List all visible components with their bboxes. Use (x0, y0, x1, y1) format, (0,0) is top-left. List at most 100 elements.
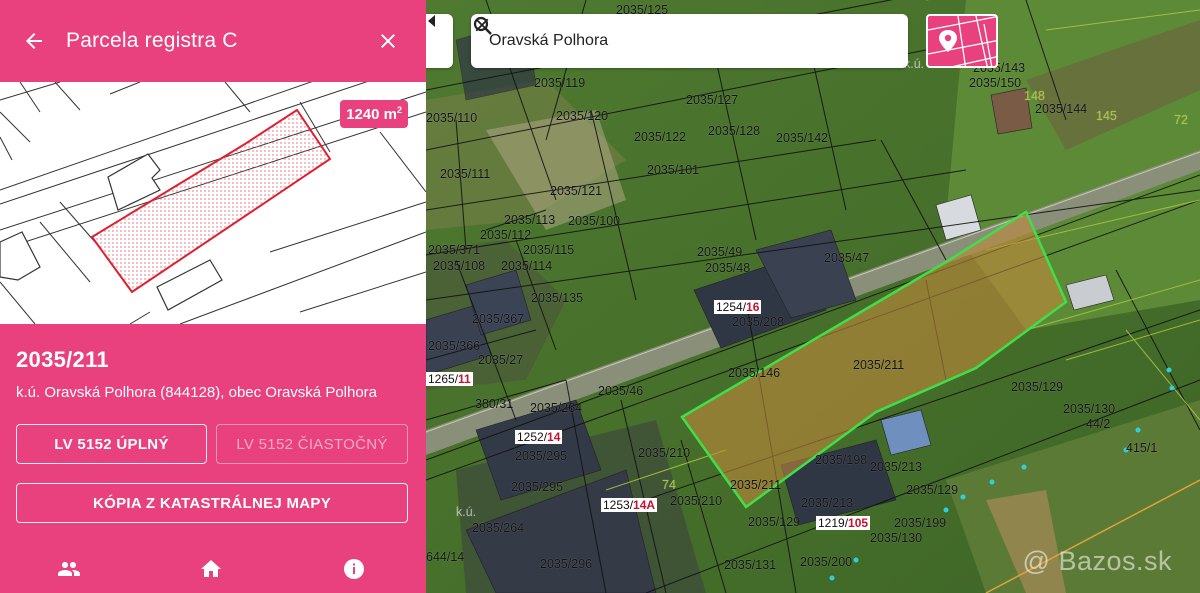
building-number: 1252/ (517, 430, 548, 444)
caret-left-icon (428, 15, 435, 27)
map-parcel-label: 380/31 (475, 397, 514, 411)
map-parcel-label: 2035/150 (969, 76, 1022, 90)
map-parcel-label: 2035/200 (800, 555, 853, 569)
map-parcel-label: 2035/198 (815, 453, 868, 467)
map-parcel-label: 2035/114 (501, 259, 553, 273)
building-number: 1219/ (818, 516, 849, 530)
map-parcel-label: 2035/48 (705, 261, 751, 275)
lv-full-button[interactable]: LV 5152 ÚPLNÝ (16, 424, 207, 464)
map-parcel-label: 2035/121 (550, 184, 603, 198)
search-box[interactable]: Oravská Polhora (471, 14, 908, 68)
map-building-number-label: 74 (662, 478, 676, 492)
map-parcel-label: 2035/129 (1011, 380, 1064, 394)
map-parcel-label: 2035/142 (776, 131, 829, 145)
parcel-map-pin-icon (928, 16, 996, 66)
building-subnumber: 14A (633, 498, 656, 512)
watermark: @ Bazos.sk (1022, 546, 1172, 576)
map-parcel-label: 2035/213 (801, 496, 854, 510)
map-parcel-label: 2035/128 (708, 124, 761, 138)
building-number: 1254/ (716, 300, 747, 314)
map-parcel-label: 2035/366 (428, 339, 481, 353)
building-subnumber: 11 (458, 372, 471, 386)
map-parcel-label: 2035/130 (870, 531, 923, 545)
cadastral-map-copy-button[interactable]: KÓPIA Z KATASTRÁLNEJ MAPY (16, 483, 408, 523)
area-unit-superscript: 2 (396, 105, 402, 115)
map-parcel-label: 2035/122 (634, 130, 687, 144)
parcel-preview-map: 1240 m2 (0, 82, 426, 324)
map-parcel-label: 415/1 (1126, 441, 1158, 455)
search-icon (473, 16, 492, 35)
map-parcel-label: 2035/127 (686, 93, 739, 107)
panel-title: Parcela registra C (66, 29, 238, 52)
map-parcel-label: 2035/295 (511, 480, 564, 494)
map-parcel-label: 2035/46 (598, 384, 644, 398)
map-parcel-label: 2035/120 (556, 109, 609, 123)
building-subnumber: 14 (547, 430, 561, 444)
map-parcel-label: 2035/111 (440, 167, 491, 181)
map-parcel-label: 2035/131 (724, 558, 777, 572)
map-parcel-label: 2035/112 (480, 228, 532, 242)
bottom-navigation (0, 548, 426, 588)
map-parcel-label: 2035/146 (728, 366, 781, 380)
map-parcel-label: 2035/129 (906, 483, 959, 497)
map-parcel-label: 644/14 (426, 550, 465, 564)
map-cadastral-area-label: k.ú. (456, 505, 477, 519)
map-parcel-label: 2035/113 (504, 213, 556, 227)
building-subnumber: 16 (746, 300, 760, 314)
map-parcel-label: 2035/100 (568, 214, 621, 228)
building-number: 1253/ (603, 498, 634, 512)
map-building-label: 1253/14A (601, 498, 658, 512)
map-layer-button[interactable] (926, 14, 998, 68)
map-building-label: 1265/11 (426, 372, 473, 386)
close-button[interactable] (368, 21, 408, 61)
map-parcel-label: 2035/129 (748, 515, 801, 529)
close-icon (381, 34, 395, 48)
clear-search-button[interactable] (475, 18, 858, 63)
arrow-left-icon (26, 33, 42, 49)
map-parcel-label: 2035/208 (732, 315, 785, 329)
map-parcel-label: 2035/295 (515, 449, 568, 463)
search-button[interactable] (473, 16, 902, 63)
map-parcel-label: 2035/367 (472, 312, 525, 326)
collapse-panel-button[interactable] (426, 14, 453, 68)
map-parcel-label: 2035/115 (523, 243, 575, 257)
map-parcel-label: 2035/119 (534, 76, 586, 90)
map-parcel-label: 2035/296 (540, 557, 593, 571)
building-number: 1265/ (428, 372, 459, 386)
lv-partial-button[interactable]: LV 5152 ČIASTOČNÝ (216, 424, 408, 464)
map-building-number-label: 145 (1096, 109, 1117, 123)
map-parcel-label: 2035/264 (472, 521, 525, 535)
map-parcel-label: 2035/110 (426, 111, 478, 125)
map-parcel-label: 2035/210 (670, 494, 723, 508)
map-parcel-label: 2035/264 (530, 401, 583, 415)
info-icon[interactable] (341, 556, 367, 582)
map-parcel-label: 2035/108 (433, 259, 486, 273)
map-parcel-label: 2035/49 (697, 245, 743, 259)
area-value: 1240 m (346, 106, 397, 123)
panel-header: Parcela registra C (0, 0, 426, 82)
map-parcel-label: 44/2 (1086, 417, 1111, 431)
parcel-location: k.ú. Oravská Polhora (844128), obec Orav… (16, 384, 378, 401)
parcel-number: 2035/211 (16, 347, 109, 372)
people-icon[interactable] (56, 556, 82, 582)
map-parcel-label: 2035/211 (730, 478, 782, 492)
building-subnumber: 105 (848, 516, 869, 530)
home-icon[interactable] (198, 556, 224, 582)
map-parcel-label: 2035/211 (853, 358, 905, 372)
map-parcel-label: 2035/47 (824, 251, 870, 265)
map-parcel-label: 2035/27 (478, 353, 524, 367)
map-parcel-label: 2035/371 (428, 243, 481, 257)
map-building-label: 1254/16 (714, 300, 762, 314)
cadastral-map[interactable]: 2035/125 2035/119 2035/127 2035/120 2035… (426, 0, 1200, 593)
map-parcel-label: 2035/210 (638, 446, 691, 460)
search-input[interactable]: Oravská Polhora (489, 32, 814, 50)
map-building-number-label: 148 (1024, 89, 1045, 103)
map-parcel-label: 2035/213 (870, 460, 923, 474)
back-button[interactable] (14, 21, 54, 61)
area-badge: 1240 m2 (340, 100, 408, 128)
map-parcel-label: 2035/199 (894, 516, 947, 530)
map-parcel-label: 2035/144 (1035, 102, 1088, 116)
map-building-label: 1252/14 (515, 430, 563, 444)
map-building-number-label: 72 (1174, 113, 1188, 127)
map-parcel-label: 2035/101 (647, 163, 700, 177)
